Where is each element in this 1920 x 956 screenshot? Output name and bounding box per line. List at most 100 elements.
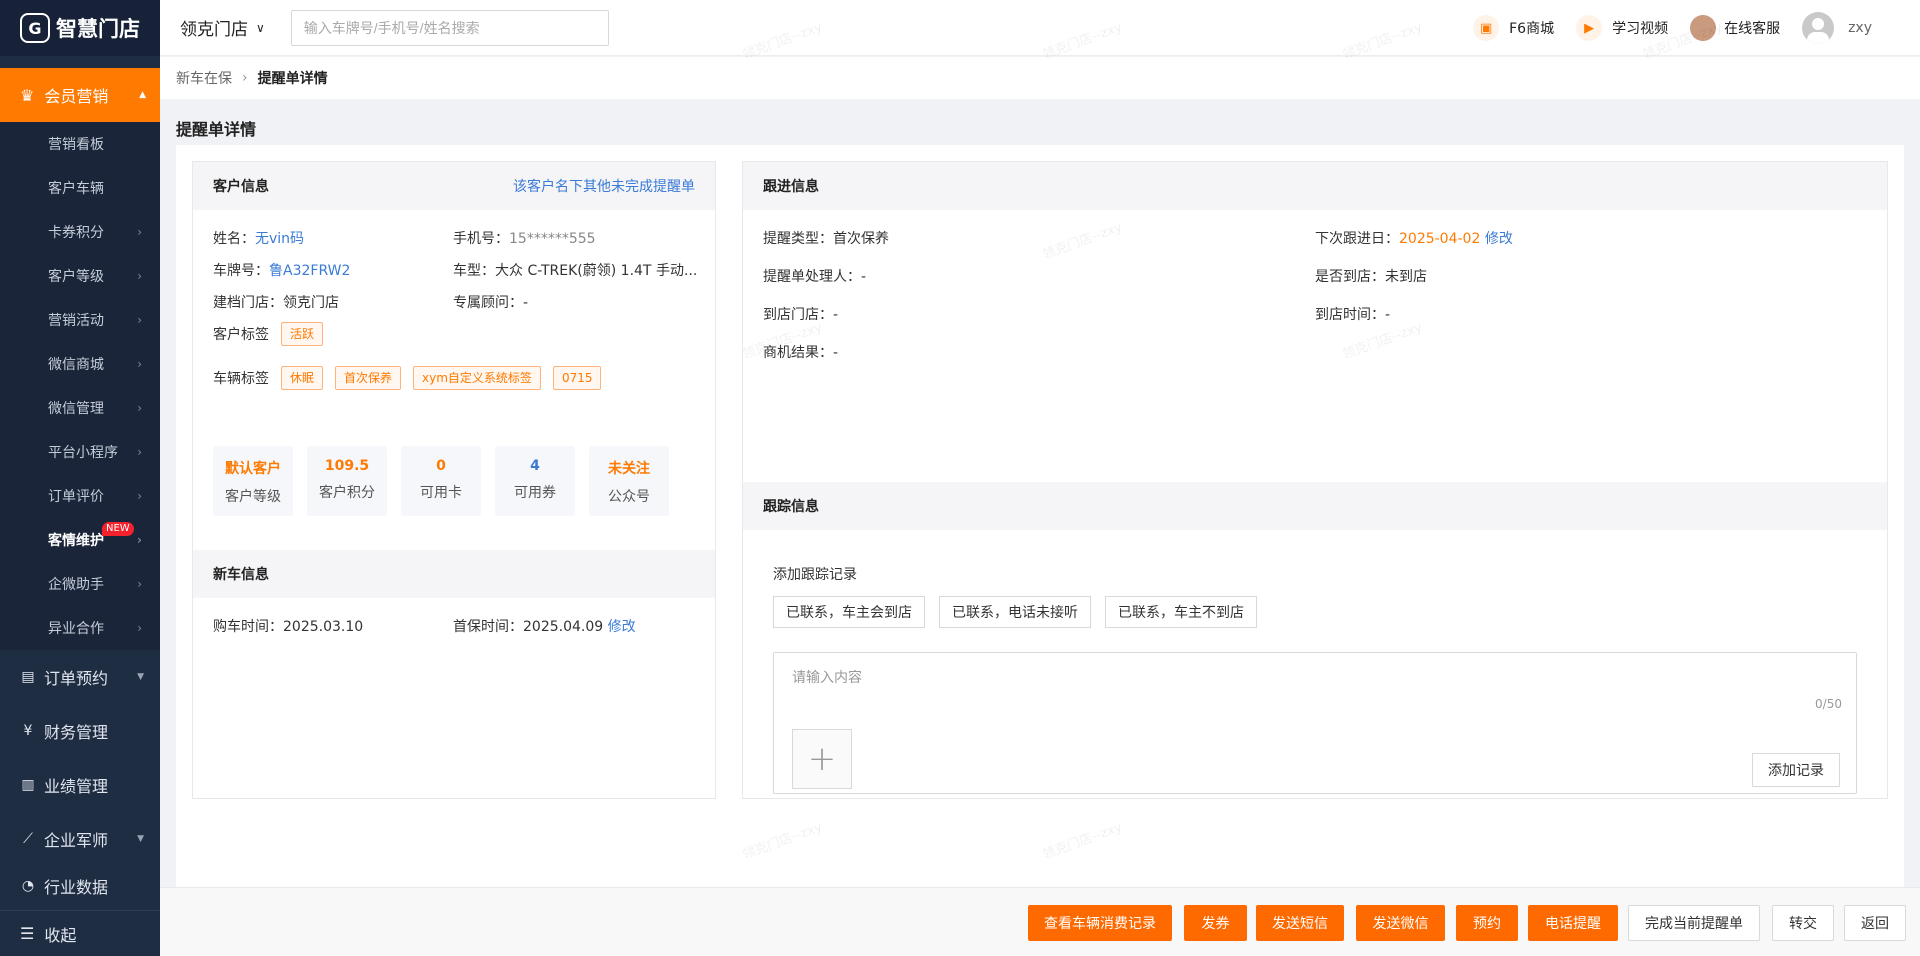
- view-consumption-records-button[interactable]: 查看车辆消费记录: [1028, 905, 1172, 941]
- sidebar-item-marketing-activity[interactable]: 营销活动 ›: [0, 298, 160, 342]
- f6-mall-link[interactable]: ▣ F6商城: [1473, 15, 1554, 41]
- yen-icon: ¥: [23, 723, 33, 739]
- chevron-up-icon: ▲: [139, 90, 146, 100]
- vehicle-tags-label: 车辆标签: [213, 371, 269, 387]
- send-sms-button[interactable]: 发送短信: [1256, 905, 1344, 941]
- sidebar-item-marketing-board[interactable]: 营销看板: [0, 122, 160, 166]
- stat-label: 公众号: [608, 489, 650, 505]
- arrive-time-label: 到店时间：: [1315, 307, 1385, 323]
- next-followup-value: 2025-04-02: [1399, 231, 1481, 247]
- sidebar-item-wecom-assistant[interactable]: 企微助手 ›: [0, 562, 160, 606]
- next-followup-field: 下次跟进日：2025-04-02 修改: [1315, 228, 1513, 248]
- quick-reply-will-come-button[interactable]: 已联系，车主会到店: [773, 596, 925, 628]
- app-logo[interactable]: G 智慧门店: [0, 0, 160, 56]
- stat-official-account[interactable]: 未关注 公众号: [589, 446, 669, 516]
- sidebar-item-label: 营销看板: [48, 137, 104, 153]
- clipboard-icon: ▤: [21, 669, 35, 685]
- add-record-button[interactable]: 添加记录: [1752, 753, 1840, 787]
- new-car-header: 新车信息: [193, 550, 715, 598]
- phone-value: 15******555: [509, 231, 596, 247]
- online-support-link[interactable]: 在线客服: [1690, 15, 1780, 41]
- send-coupon-button[interactable]: 发券: [1184, 905, 1247, 941]
- appointment-button[interactable]: 预约: [1456, 905, 1518, 941]
- stat-customer-level[interactable]: 默认客户 客户等级: [213, 446, 293, 516]
- stat-value: 0: [436, 458, 446, 474]
- name-value-link[interactable]: 无vin码: [255, 231, 304, 247]
- chevron-right-icon: ›: [137, 577, 142, 591]
- breadcrumb-parent[interactable]: 新车在保: [176, 68, 232, 88]
- stat-customer-points[interactable]: 109.5 客户积分: [307, 446, 387, 516]
- breadcrumb-separator-icon: ›: [242, 70, 248, 86]
- sidebar-group-performance[interactable]: ▥ 业绩管理: [0, 758, 160, 812]
- followup-header: 跟进信息: [743, 162, 1887, 210]
- sidebar-group-order[interactable]: ▤ 订单预约 ▼: [0, 650, 160, 704]
- phone-reminder-button[interactable]: 电话提醒: [1528, 905, 1618, 941]
- store-selector[interactable]: 领克门店 ∨: [180, 15, 265, 40]
- sidebar-item-wechat-mall[interactable]: 微信商城 ›: [0, 342, 160, 386]
- logo-mark-icon: G: [20, 13, 50, 43]
- sidebar-item-cross-industry[interactable]: 异业合作 ›: [0, 606, 160, 650]
- chevron-right-icon: ›: [137, 225, 142, 239]
- transfer-button[interactable]: 转交: [1772, 905, 1834, 941]
- quick-reply-no-answer-button[interactable]: 已联系，电话未接听: [939, 596, 1091, 628]
- complete-reminder-button[interactable]: 完成当前提醒单: [1628, 905, 1760, 941]
- online-support-label: 在线客服: [1724, 21, 1781, 37]
- edit-next-followup-link[interactable]: 修改: [1485, 231, 1513, 247]
- customer-name-field: 姓名：无vin码: [213, 228, 304, 248]
- search-input[interactable]: [290, 9, 609, 46]
- plate-value-link[interactable]: 鲁A32FRW2: [269, 263, 350, 279]
- sidebar-group-advisor[interactable]: ⟋ 企业军师 ▼: [0, 812, 160, 866]
- arrive-time-field: 到店时间：-: [1315, 304, 1390, 324]
- opportunity-result-value: -: [833, 345, 839, 361]
- sidebar-item-mini-program[interactable]: 平台小程序 ›: [0, 430, 160, 474]
- stat-available-cards[interactable]: 0 可用卡: [401, 446, 481, 516]
- add-tracking-label: 添加跟踪记录: [773, 567, 857, 583]
- sidebar-group-member-marketing[interactable]: ♛ 会员营销 ▲: [0, 68, 160, 122]
- sidebar-group-industry-data[interactable]: ◔ 行业数据: [0, 866, 160, 906]
- new-badge: NEW: [102, 522, 134, 536]
- chevron-down-icon: ▼: [137, 834, 144, 844]
- store-name: 领克门店: [180, 20, 248, 40]
- quick-reply-wont-come-button[interactable]: 已联系，车主不到店: [1105, 596, 1257, 628]
- store-icon: ▣: [1473, 15, 1500, 41]
- sidebar-item-customer-level[interactable]: 客户等级 ›: [0, 254, 160, 298]
- model-label: 车型：: [453, 263, 495, 279]
- play-icon: ▶: [1576, 15, 1603, 41]
- sidebar-item-label: 订单评价: [48, 489, 104, 505]
- edit-first-service-link[interactable]: 修改: [608, 619, 636, 635]
- sidebar-item-customer-care[interactable]: 客情维护 NEW ›: [0, 518, 160, 562]
- stat-available-coupons[interactable]: 4 可用券: [495, 446, 575, 516]
- sidebar-item-card-points[interactable]: 卡券积分 ›: [0, 210, 160, 254]
- sidebar-item-order-review[interactable]: 订单评价 ›: [0, 474, 160, 518]
- sidebar-item-label: 企微助手: [48, 577, 104, 593]
- model-field: 车型：大众 C-TREK(蔚领) 1.4T 手动...: [453, 260, 697, 280]
- sidebar-item-customer-vehicle[interactable]: 客户车辆: [0, 166, 160, 210]
- sidebar-item-label: 微信商城: [48, 357, 104, 373]
- other-reminders-link[interactable]: 该客户名下其他未完成提醒单: [513, 176, 695, 196]
- arrive-store-field: 到店门店：-: [763, 304, 838, 324]
- back-button[interactable]: 返回: [1844, 905, 1906, 941]
- vehicle-tag: 0715: [552, 366, 602, 390]
- upload-image-button[interactable]: +: [792, 729, 852, 789]
- sidebar-collapse-button[interactable]: ☰ 收起: [0, 910, 160, 956]
- user-menu[interactable]: zxy: [1802, 12, 1872, 44]
- arrive-store-label: 到店门店：: [763, 307, 833, 323]
- arrived-field: 是否到店：未到店: [1315, 266, 1427, 286]
- sidebar-item-wechat-manage[interactable]: 微信管理 ›: [0, 386, 160, 430]
- send-wechat-button[interactable]: 发送微信: [1356, 905, 1445, 941]
- sidebar-group-label: 行业数据: [44, 878, 109, 897]
- header-links: ▣ F6商城 ▶ 学习视频 在线客服 zxy: [1473, 0, 1872, 56]
- first-service-label: 首保时间：: [453, 619, 523, 635]
- sidebar-group-label: 业绩管理: [44, 777, 109, 796]
- next-followup-label: 下次跟进日：: [1315, 231, 1399, 247]
- plate-field: 车牌号：鲁A32FRW2: [213, 260, 350, 280]
- tracking-content-input[interactable]: [774, 653, 1856, 713]
- customer-info-title: 客户信息: [213, 179, 269, 195]
- crown-icon: ♛: [20, 85, 35, 105]
- vehicle-tag: 首次保养: [335, 366, 402, 390]
- learning-video-link[interactable]: ▶ 学习视频: [1576, 15, 1668, 41]
- sidebar-group-finance[interactable]: ¥ 财务管理: [0, 704, 160, 758]
- data-icon: ◔: [21, 878, 35, 894]
- followup-title: 跟进信息: [763, 179, 819, 195]
- plus-icon: +: [807, 739, 837, 779]
